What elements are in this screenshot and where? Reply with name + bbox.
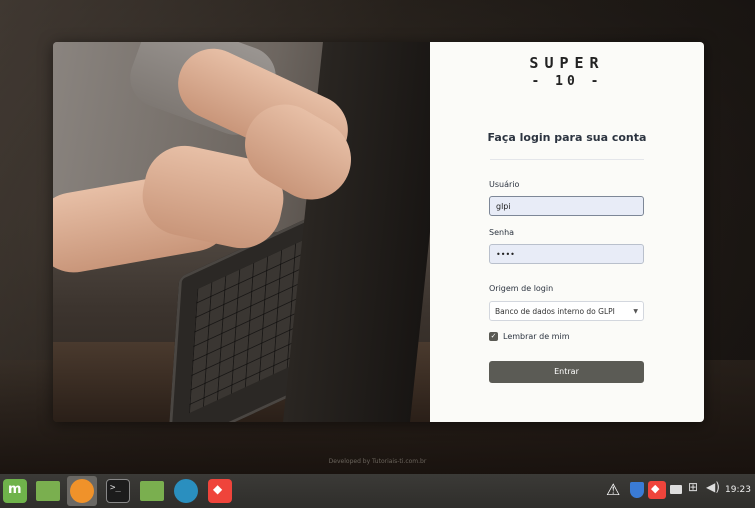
login-heading: Faça login para sua conta bbox=[487, 131, 647, 144]
folder-icon[interactable] bbox=[36, 481, 60, 501]
chevron-down-icon: ▼ bbox=[633, 308, 638, 315]
password-field[interactable]: •••• bbox=[489, 244, 644, 264]
password-value: •••• bbox=[496, 250, 515, 259]
anydesk-icon[interactable]: ◆ bbox=[208, 479, 232, 503]
mint-menu-icon[interactable]: m bbox=[3, 479, 27, 503]
terminal-icon[interactable]: >_ bbox=[106, 479, 130, 503]
divider bbox=[490, 159, 644, 160]
login-panel: SUPER - 10 - Faça login para sua conta U… bbox=[430, 42, 704, 422]
network-icon[interactable]: ⊞ bbox=[688, 480, 698, 502]
user-label: Usuário bbox=[489, 180, 520, 189]
printer-icon[interactable] bbox=[670, 485, 682, 494]
volume-icon[interactable]: ◀) bbox=[706, 480, 720, 502]
anydesk-tray-icon[interactable]: ◆ bbox=[648, 481, 666, 499]
remember-checkbox[interactable]: ✓ bbox=[489, 332, 498, 341]
username-field[interactable]: glpi bbox=[489, 196, 644, 216]
logo-line2: - 10 - bbox=[531, 74, 603, 89]
remember-label[interactable]: Lembrar de mim bbox=[503, 332, 569, 341]
warning-icon[interactable]: ⚠ bbox=[606, 480, 624, 502]
username-value: glpi bbox=[496, 202, 511, 211]
laptop-photo bbox=[53, 42, 430, 422]
origin-label: Origem de login bbox=[489, 284, 554, 293]
firefox-icon[interactable] bbox=[70, 479, 94, 503]
update-manager-icon[interactable] bbox=[174, 479, 198, 503]
footer-note: Developed by Tutoriais-ti.com.br bbox=[328, 458, 427, 465]
clock[interactable]: 19:23 bbox=[725, 485, 751, 495]
logo: SUPER - 10 - bbox=[430, 54, 704, 89]
origin-selected: Banco de dados interno do GLPI bbox=[495, 307, 615, 316]
submit-button[interactable]: Entrar bbox=[489, 361, 644, 383]
shield-icon[interactable] bbox=[630, 482, 644, 498]
files-icon[interactable] bbox=[140, 481, 164, 501]
logo-line1: SUPER bbox=[529, 54, 605, 72]
password-label: Senha bbox=[489, 228, 515, 237]
login-card: SUPER - 10 - Faça login para sua conta U… bbox=[53, 42, 704, 422]
origin-select[interactable]: Banco de dados interno do GLPI ▼ bbox=[489, 301, 644, 321]
